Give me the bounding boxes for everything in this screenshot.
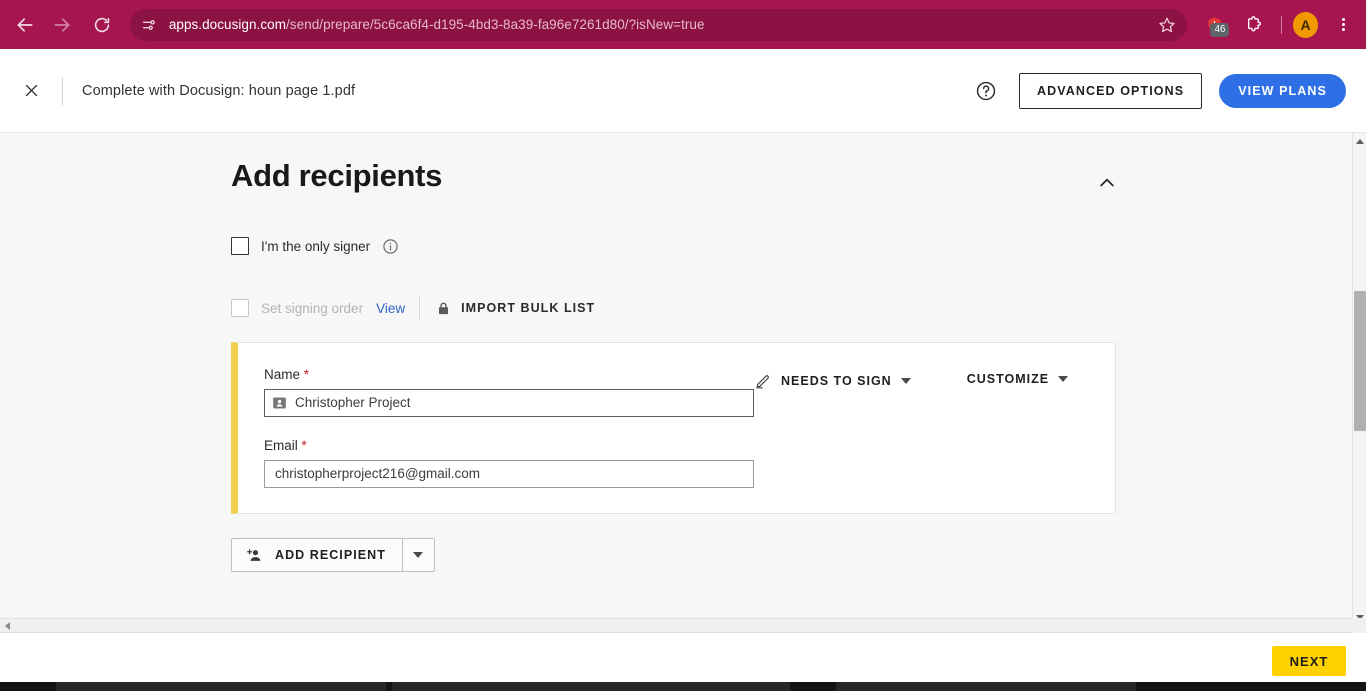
- caret-down-icon: [900, 377, 911, 384]
- info-icon[interactable]: [382, 238, 399, 255]
- required-marker: *: [303, 367, 310, 382]
- view-link[interactable]: View: [376, 301, 405, 316]
- email-field-group: Email * christopherproject216@gmail.com: [264, 438, 754, 488]
- signing-order-row: Set signing order View IMPORT BULK LIST: [231, 295, 1352, 321]
- add-recipient-button[interactable]: ADD RECIPIENT: [231, 538, 403, 572]
- recipient-fields: Name * Christopher Project Email * chris…: [238, 343, 754, 513]
- browser-toolbar: apps.docusign.com/send/prepare/5c6ca6f4-…: [0, 0, 1366, 49]
- recipients-panel: Add recipients I'm the only signer Set s…: [0, 133, 1352, 572]
- vertical-scrollbar-thumb[interactable]: [1354, 291, 1366, 431]
- customize-dropdown[interactable]: CUSTOMIZE: [966, 372, 1069, 386]
- recipient-role-label: NEEDS TO SIGN: [781, 373, 892, 388]
- view-plans-button[interactable]: VIEW PLANS: [1219, 73, 1346, 108]
- close-icon[interactable]: [18, 78, 44, 104]
- caret-down-icon: [1058, 376, 1069, 382]
- contact-card-icon[interactable]: [271, 395, 288, 411]
- help-icon[interactable]: [975, 80, 997, 102]
- email-label: Email *: [264, 438, 307, 453]
- recipient-name-value: Christopher Project: [295, 395, 411, 410]
- advanced-options-button[interactable]: ADVANCED OPTIONS: [1018, 72, 1203, 109]
- name-label: Name *: [264, 367, 310, 382]
- app-header: Complete with Docusign: houn page 1.pdf …: [0, 49, 1366, 133]
- three-dot-menu-icon[interactable]: [1328, 8, 1358, 42]
- signing-order-checkbox[interactable]: [231, 299, 249, 317]
- url-host: apps.docusign.com: [168, 17, 286, 32]
- add-recipient-dropdown[interactable]: [402, 538, 435, 572]
- site-settings-icon[interactable]: [135, 11, 163, 39]
- recipient-name-input[interactable]: Christopher Project: [264, 389, 754, 417]
- page-title: Add recipients: [231, 158, 443, 193]
- recipient-options: NEEDS TO SIGN CUSTOMIZE: [743, 343, 1115, 513]
- recipient-email-value: christopherproject216@gmail.com: [275, 466, 481, 481]
- customize-label: CUSTOMIZE: [966, 372, 1050, 386]
- header-actions: ADVANCED OPTIONS VIEW PLANS: [975, 72, 1346, 109]
- only-signer-checkbox[interactable]: [231, 237, 249, 255]
- avatar[interactable]: A: [1292, 11, 1319, 38]
- url-path: /send/prepare/5c6ca6f4-d195-4bd3-8a39-fa…: [286, 17, 705, 32]
- name-field-group: Name * Christopher Project: [264, 367, 754, 417]
- back-arrow-icon[interactable]: [8, 8, 42, 42]
- toolbar-divider: [1280, 15, 1282, 34]
- lock-icon: [436, 300, 451, 317]
- os-taskbar: [0, 682, 1366, 691]
- only-signer-row: I'm the only signer: [231, 237, 1352, 255]
- footer-bar: NEXT: [0, 634, 1366, 682]
- document-title: Complete with Docusign: houn page 1.pdf: [82, 82, 356, 99]
- scroll-up-arrow-icon[interactable]: [1353, 133, 1366, 149]
- add-recipient-label: ADD RECIPIENT: [275, 548, 386, 562]
- extension-badge-count: 46: [1210, 22, 1230, 37]
- caret-down-icon: [413, 552, 424, 558]
- reload-icon[interactable]: [85, 8, 119, 42]
- horizontal-scrollbar[interactable]: [0, 618, 1352, 633]
- chevron-up-icon[interactable]: [1092, 168, 1122, 198]
- address-bar[interactable]: apps.docusign.com/send/prepare/5c6ca6f4-…: [129, 8, 1188, 41]
- url-text: apps.docusign.com/send/prepare/5c6ca6f4-…: [169, 17, 705, 32]
- person-add-icon: [245, 547, 264, 564]
- forward-arrow-icon[interactable]: [46, 8, 80, 42]
- page-body: Add recipients I'm the only signer Set s…: [0, 133, 1352, 625]
- signing-order-label: Set signing order: [261, 300, 364, 316]
- recipient-email-input[interactable]: christopherproject216@gmail.com: [264, 460, 754, 488]
- vertical-scrollbar[interactable]: [1352, 133, 1366, 625]
- scroll-left-arrow-icon[interactable]: [0, 619, 15, 633]
- extension-alert-icon[interactable]: 46: [1199, 8, 1230, 42]
- add-recipient-group: ADD RECIPIENT: [231, 538, 1352, 572]
- only-signer-label: I'm the only signer: [261, 238, 371, 254]
- recipient-card: Name * Christopher Project Email * chris…: [231, 342, 1116, 514]
- extensions-puzzle-icon[interactable]: [1239, 8, 1269, 42]
- recipient-role-dropdown[interactable]: NEEDS TO SIGN: [755, 372, 911, 389]
- row-divider: [419, 295, 421, 321]
- import-bulk-list-button[interactable]: IMPORT BULK LIST: [461, 301, 595, 315]
- required-marker: *: [301, 438, 307, 453]
- header-divider: [62, 76, 63, 105]
- pen-icon: [755, 372, 772, 389]
- star-icon[interactable]: [1155, 13, 1179, 37]
- next-button[interactable]: NEXT: [1272, 646, 1346, 676]
- scrollbar-corner: [1352, 618, 1366, 633]
